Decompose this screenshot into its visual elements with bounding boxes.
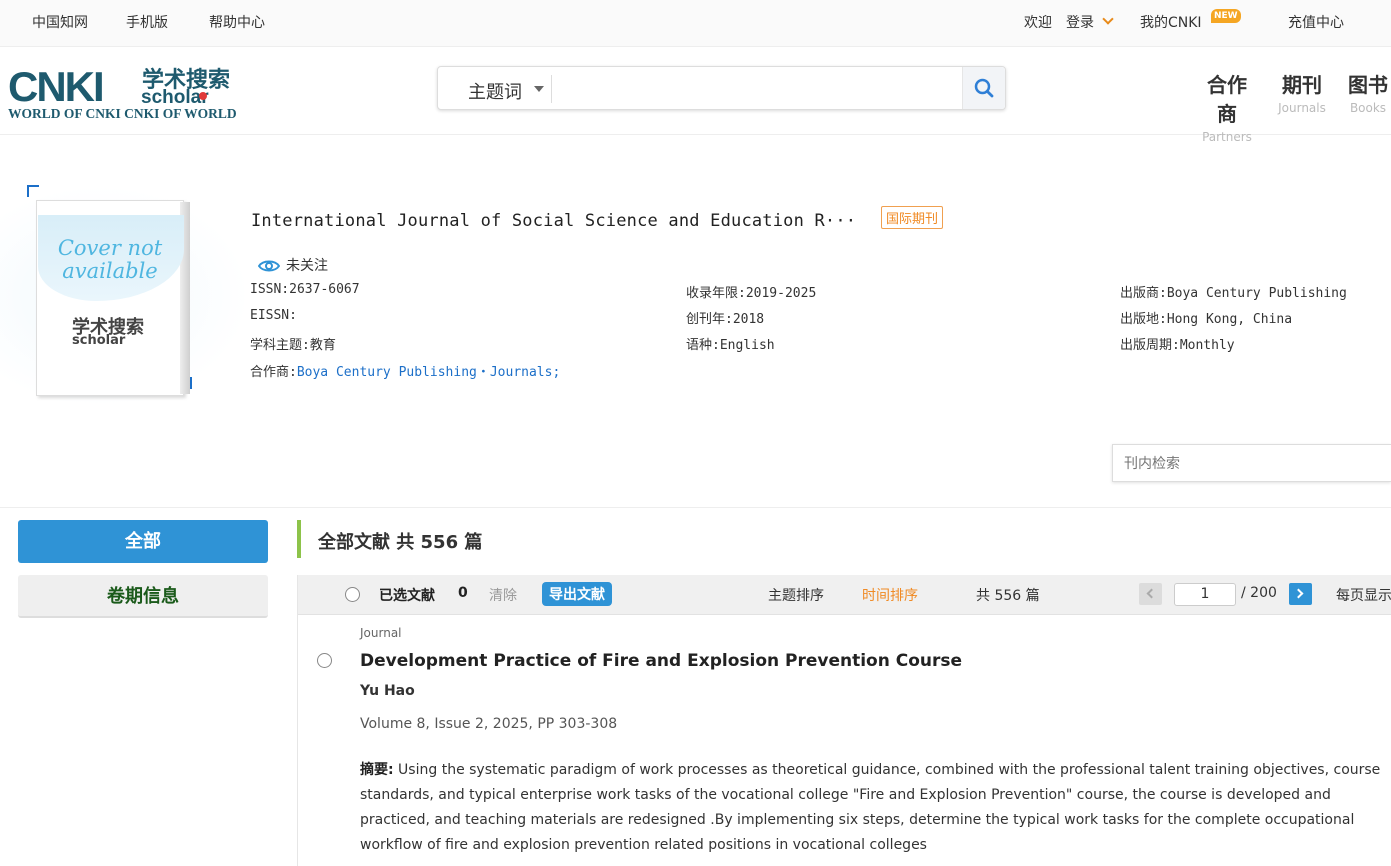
- language: 语种:English: [686, 338, 775, 353]
- chevron-down-icon[interactable]: [1102, 13, 1114, 25]
- article-type: Journal: [360, 626, 402, 640]
- publish-frequency: 出版周期:Monthly: [1120, 338, 1235, 353]
- login-link[interactable]: 登录: [1066, 12, 1094, 32]
- select-all-radio[interactable]: [345, 587, 360, 602]
- section-heading: 全部文献 共 556 篇: [318, 532, 483, 553]
- section-accent-bar: [297, 520, 301, 558]
- abstract-text: Using the systematic paradigm of work pr…: [360, 762, 1381, 853]
- tab-all[interactable]: 全部: [18, 520, 268, 563]
- eissn: EISSN:: [250, 308, 297, 323]
- tab-issue-info[interactable]: 卷期信息: [18, 575, 268, 618]
- partner-link[interactable]: Boya Century Publishing・Journals;: [297, 365, 560, 380]
- page-total: / 200: [1241, 585, 1277, 601]
- article-title[interactable]: Development Practice of Fire and Explosi…: [360, 651, 962, 671]
- collection-years: 收录年限:2019-2025: [686, 286, 817, 301]
- partner-label: 合作商:: [250, 365, 297, 380]
- follow-toggle[interactable]: 未关注: [257, 255, 328, 275]
- divider: [0, 507, 1391, 508]
- total-count: 共 556 篇: [976, 588, 1040, 604]
- article-select-radio[interactable]: [317, 653, 332, 668]
- list-item: Journal Development Practice of Fire and…: [298, 615, 1391, 866]
- international-journal-badge: 国际期刊: [881, 206, 944, 229]
- chevron-left-icon: [1146, 588, 1157, 599]
- per-page-label[interactable]: 每页显示: [1336, 585, 1391, 605]
- issn: ISSN:2637-6067: [250, 282, 360, 297]
- cnki-home-link[interactable]: 中国知网: [32, 12, 88, 32]
- divider: [551, 75, 552, 103]
- next-page-button[interactable]: [1289, 583, 1312, 605]
- my-cnki-link[interactable]: 我的CNKI: [1140, 12, 1202, 32]
- abstract-label: 摘要:: [360, 762, 394, 778]
- cover-logo-en: scholar: [72, 333, 126, 348]
- cover-corner: [27, 185, 39, 197]
- partner-row: 合作商:Boya Century Publishing・Journals;: [250, 361, 560, 380]
- nav-journals-sublabel: Journals: [1278, 101, 1326, 115]
- dropdown-caret-icon[interactable]: [534, 86, 544, 92]
- nav-journals[interactable]: 期刊 Journals: [1278, 69, 1326, 115]
- journal-cover: Cover not available 学术搜索 scholar: [0, 185, 250, 407]
- prev-page-button[interactable]: [1139, 583, 1162, 605]
- results-toolbar: 已选文献 0 清除 导出文献 主题排序 时间排序 共 556 篇 1 / 200…: [298, 575, 1391, 615]
- subject: 学科主题:教育: [250, 338, 336, 353]
- nav-books[interactable]: 图书 Books: [1348, 69, 1388, 115]
- recharge-link[interactable]: 充值中心: [1288, 12, 1344, 32]
- nav-partners-sublabel: Partners: [1202, 130, 1252, 144]
- in-journal-search-input[interactable]: [1113, 445, 1373, 481]
- publisher: 出版商:Boya Century Publishing: [1120, 286, 1347, 301]
- page-input[interactable]: 1: [1174, 583, 1236, 606]
- export-button[interactable]: 导出文献: [542, 582, 612, 606]
- article-author[interactable]: Yu Hao: [360, 683, 415, 699]
- cnki-scholar-logo[interactable]: CNKI 学术搜索 scholar WORLD OF CNKI CNKI OF …: [6, 63, 251, 123]
- selected-count: 0: [458, 585, 468, 601]
- new-badge: NEW: [1211, 9, 1241, 23]
- search-input[interactable]: [556, 73, 956, 103]
- article-volume: Volume 8, Issue 2, 2025, PP 303-308: [360, 716, 618, 732]
- welcome-text: 欢迎: [1024, 15, 1052, 31]
- mobile-link[interactable]: 手机版: [126, 12, 168, 32]
- search-icon: [974, 78, 994, 98]
- nav-partners[interactable]: 合作商 Partners: [1198, 69, 1256, 144]
- header: CNKI 学术搜索 scholar WORLD OF CNKI CNKI OF …: [0, 47, 1391, 144]
- search-field-select[interactable]: 主题词: [468, 78, 522, 104]
- nav-books-sublabel: Books: [1349, 101, 1387, 115]
- search-button[interactable]: [962, 67, 1005, 109]
- sort-by-time[interactable]: 时间排序: [862, 585, 918, 605]
- help-center-link[interactable]: 帮助中心: [209, 12, 265, 32]
- top-bar: 中国知网 手机版 帮助中心 欢迎 登录 我的CNKI NEW 充值中心: [0, 0, 1391, 47]
- logo-main-text: CNKI: [8, 63, 103, 110]
- clear-button[interactable]: 清除: [489, 585, 517, 605]
- founded-year: 创刊年:2018: [686, 312, 765, 327]
- logo-tagline: WORLD OF CNKI CNKI OF WORLD: [8, 106, 237, 121]
- eye-icon: [257, 260, 281, 272]
- selected-label: 已选文献: [379, 588, 435, 604]
- publish-location: 出版地:Hong Kong, China: [1120, 312, 1293, 327]
- nav-books-label: 图书: [1348, 73, 1388, 97]
- nav-journals-label: 期刊: [1282, 73, 1322, 97]
- follow-label: 未关注: [286, 258, 328, 274]
- sort-by-topic[interactable]: 主题排序: [768, 585, 824, 605]
- cover-not-available-text: Cover not available: [57, 236, 163, 283]
- journal-title: International Journal of Social Science …: [251, 211, 857, 231]
- in-journal-search: [1112, 444, 1391, 482]
- chevron-right-icon: [1293, 588, 1304, 599]
- logo-sub-text: scholar: [141, 87, 209, 108]
- search-bar: 主题词: [437, 66, 1006, 110]
- nav-partners-label: 合作商: [1207, 73, 1247, 126]
- article-abstract: 摘要: Using the systematic paradigm of wor…: [360, 758, 1390, 858]
